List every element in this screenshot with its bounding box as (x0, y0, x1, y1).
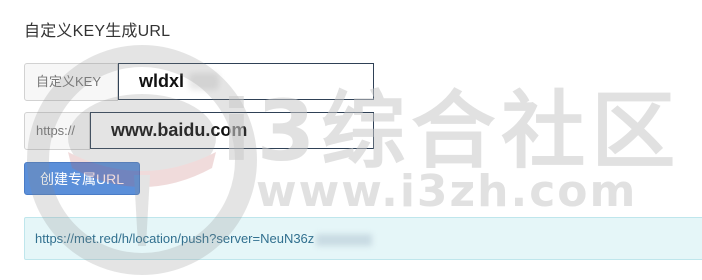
key-redaction-blur (189, 73, 219, 90)
key-input-addon: 自定义KEY (24, 63, 118, 101)
url-input-addon: https:// (24, 112, 90, 150)
watermark-site: www.i3zh.com (256, 166, 638, 217)
result-redaction-blur (316, 233, 373, 246)
page-title: 自定义KEY生成URL (24, 23, 171, 40)
custom-key-input[interactable] (118, 63, 374, 100)
target-url-input[interactable] (90, 112, 374, 149)
create-url-button[interactable]: 创建专属URL (24, 162, 140, 195)
result-alert: https://met.red/h/location/push?server=N… (24, 217, 702, 260)
result-url: https://met.red/h/location/push?server=N… (35, 231, 315, 246)
